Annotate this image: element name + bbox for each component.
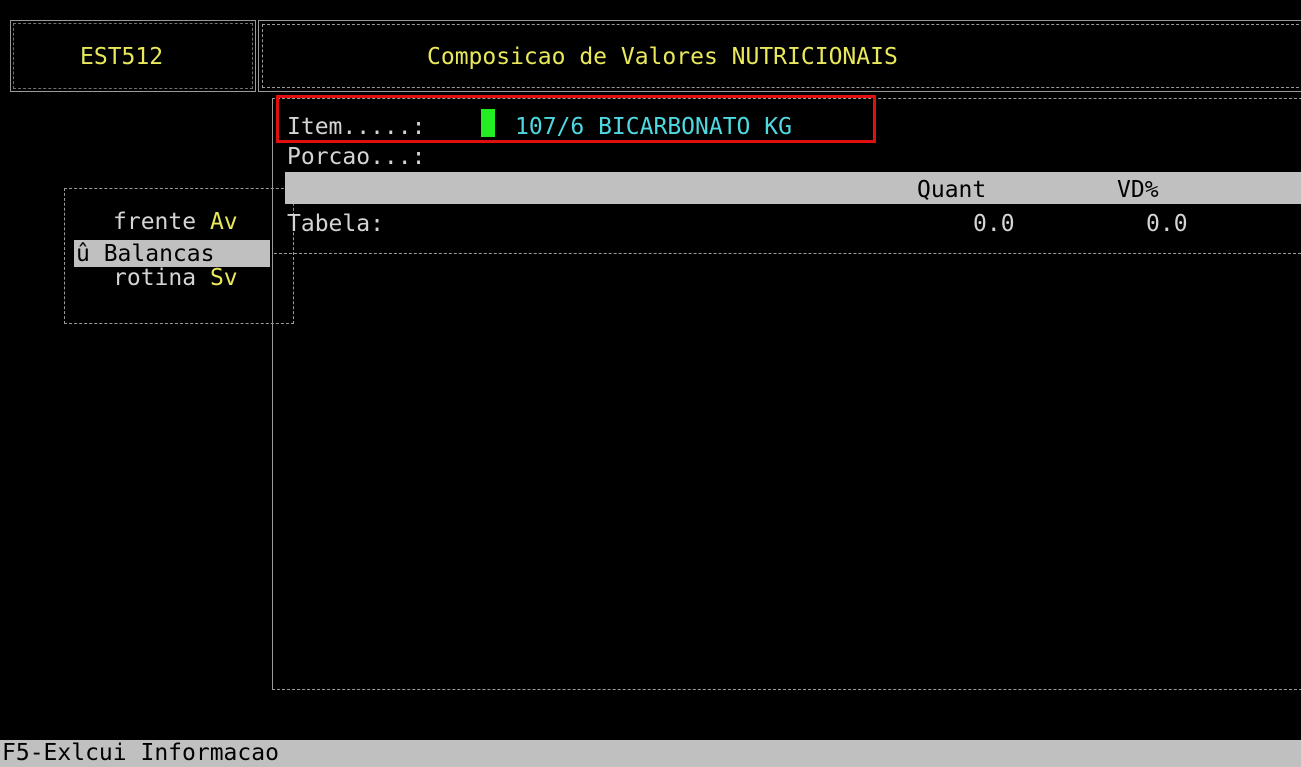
menu-item-rotina[interactable]: rotina Sv [113, 264, 238, 292]
tabela-label: Tabela: [287, 211, 384, 237]
menu-item-frente[interactable]: frente Av [113, 208, 238, 236]
porcao-label: Porcao...: [287, 144, 426, 170]
status-bar: F5-Exlcui Informacao [0, 740, 1301, 767]
item-field-highlight [276, 95, 876, 143]
dialog-title: Composicao de Valores NUTRICIONAIS [427, 44, 898, 70]
separator-line [274, 253, 1301, 254]
tabela-vd-value[interactable]: 0.0 [1146, 210, 1188, 238]
tabela-quant-value[interactable]: 0.0 [973, 210, 1015, 238]
program-code: EST512 [80, 44, 164, 70]
column-header-quant: Quant [917, 177, 987, 203]
column-header-vd: VD% [1117, 177, 1159, 203]
